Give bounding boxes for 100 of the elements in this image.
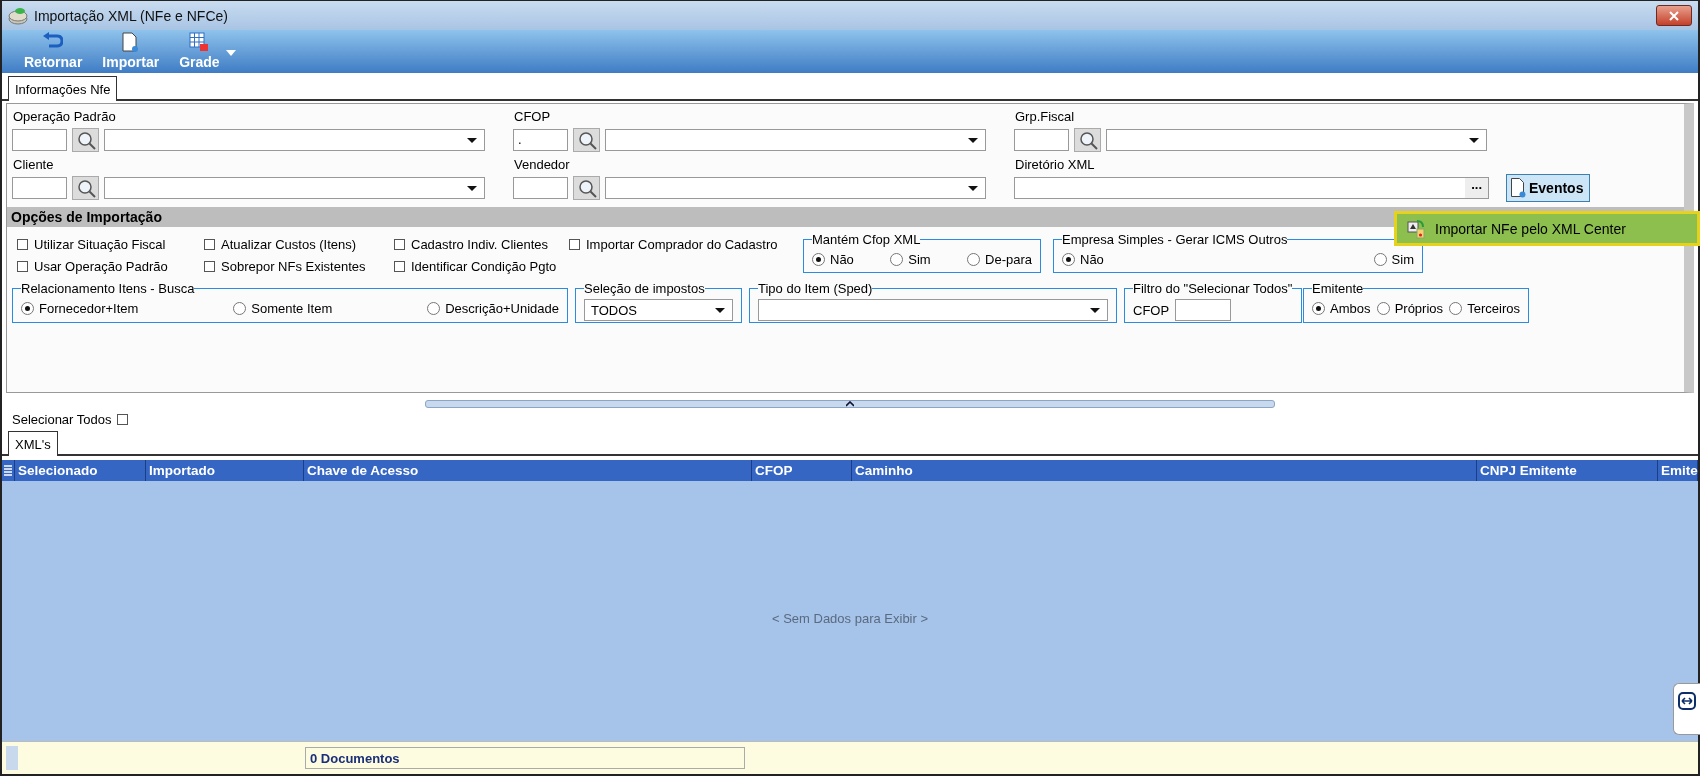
toolbar-button[interactable]: Grade (169, 32, 230, 70)
search-button[interactable] (1074, 128, 1101, 152)
input-field[interactable] (1175, 299, 1232, 321)
dropdown-arrow-icon (1468, 136, 1480, 144)
radio-button[interactable] (1449, 301, 1463, 315)
radio-label: Somente Item (251, 300, 333, 316)
dropdown-arrow-icon (466, 184, 478, 192)
dropdown-field[interactable] (758, 299, 1108, 321)
field-label: Grp.Fiscal (1014, 108, 1076, 126)
radio-button[interactable] (1312, 301, 1325, 315)
dropdown-field[interactable] (605, 129, 986, 151)
radio-button[interactable] (967, 252, 981, 266)
column-chooser-icon[interactable] (4, 465, 12, 476)
radio-label: Não (1080, 251, 1104, 267)
radio-label: Não (830, 251, 854, 267)
field-label: Diretório XML (1014, 156, 1096, 174)
code-field[interactable] (12, 129, 67, 151)
close-icon (1669, 10, 1679, 21)
dropdown-arrow-icon (714, 306, 726, 314)
remote-control-icon[interactable] (1678, 692, 1696, 710)
field-label: CFOP (513, 108, 552, 126)
checkbox-label: Sobrepor NFs Existentes (221, 259, 366, 274)
group-title: Mantém Cfop XML (812, 233, 921, 246)
dropdown-arrow-icon[interactable] (225, 50, 236, 56)
checkbox-label: Identificar Condição Pgto (411, 259, 557, 274)
checkbox-label: Selecionar Todos (12, 412, 112, 427)
radio-label: Ambos (1330, 300, 1371, 316)
radio-label: Sim (1391, 251, 1414, 267)
search-button[interactable] (72, 176, 99, 200)
dropdown-arrow-icon (1089, 306, 1101, 314)
dropdown-arrow-icon (466, 136, 478, 144)
window-title: Importação XML (NFe e NFCe) (34, 7, 228, 24)
group-title: Emitente (1312, 282, 1364, 295)
checkbox-label: Utilizar Situação Fiscal (34, 237, 166, 252)
document-count: 0 Documentos (305, 747, 745, 769)
checkbox[interactable] (204, 261, 215, 272)
radio-label: Próprios (1394, 300, 1444, 316)
splitter-handle[interactable] (425, 400, 1275, 408)
checkbox[interactable] (394, 239, 405, 250)
radio-label: Terceiros (1467, 300, 1520, 316)
checkbox-label: Usar Operação Padrão (34, 259, 168, 274)
grid-icon (189, 32, 210, 52)
dropdown-field[interactable] (104, 129, 485, 151)
radio-button[interactable] (427, 301, 441, 315)
toolbar-button[interactable]: Importar (92, 32, 170, 70)
field-label: Cliente (12, 156, 55, 174)
status-panel (6, 746, 18, 770)
radio-label: Sim (908, 251, 931, 267)
browse-button[interactable]: ... (1465, 178, 1488, 198)
document-icon (1511, 178, 1526, 198)
group-title: Relacionamento Itens - Busca (21, 282, 195, 295)
radio-button[interactable] (1373, 252, 1387, 266)
document-icon (120, 32, 141, 52)
radio-button[interactable] (21, 301, 34, 315)
group-title: Filtro do "Selecionar Todos" (1133, 282, 1293, 295)
radio-button[interactable] (1062, 252, 1075, 266)
app-icon (8, 6, 28, 25)
code-field[interactable] (12, 177, 67, 199)
tab[interactable]: XML's (8, 431, 58, 456)
group-title: Tipo do Item (Sped) (758, 282, 873, 295)
code-field[interactable]: . (513, 129, 568, 151)
close-button[interactable] (1656, 5, 1692, 26)
group-title: Seleção de impostos (584, 282, 705, 295)
field-label: Operação Padrão (12, 108, 117, 126)
code-field[interactable] (1014, 129, 1069, 151)
events-button[interactable]: Eventos (1506, 174, 1591, 202)
dropdown-arrow-icon (967, 184, 979, 192)
dropdown-field[interactable] (605, 177, 986, 199)
dropdown-field[interactable]: TODOS (584, 299, 733, 321)
field-label: CFOP (1133, 302, 1170, 318)
menu-item[interactable]: Importar NFe pelo XML Center (1394, 211, 1700, 246)
group-title: Empresa Simples - Gerar ICMS Outros (1062, 233, 1288, 246)
search-button[interactable] (573, 128, 600, 152)
checkbox[interactable] (116, 414, 128, 425)
search-button[interactable] (72, 128, 99, 152)
radio-button[interactable] (1376, 301, 1390, 315)
radio-label: De-para (985, 251, 1032, 267)
radio-button[interactable] (233, 301, 247, 315)
checkbox[interactable] (17, 261, 28, 272)
dropdown-field[interactable] (104, 177, 485, 199)
checkbox[interactable] (569, 239, 580, 250)
checkbox[interactable] (394, 261, 405, 272)
toolbar-button[interactable]: Retornar (14, 32, 93, 70)
import-icon (1407, 218, 1425, 239)
dropdown-field[interactable] (1106, 129, 1487, 151)
empty-message: < Sem Dados para Exibir > (771, 610, 929, 626)
search-button[interactable] (573, 176, 600, 200)
checkbox-label: Cadastro Indiv. Clientes (411, 237, 549, 252)
radio-button[interactable] (812, 252, 825, 266)
path-field[interactable]: ... (1014, 177, 1489, 199)
code-field[interactable] (513, 177, 568, 199)
checkbox-label: Atualizar Custos (Itens) (221, 237, 357, 252)
checkbox[interactable] (204, 239, 215, 250)
radio-button[interactable] (890, 252, 904, 266)
checkbox-label: Importar Comprador do Cadastro (586, 237, 778, 252)
tab[interactable]: Informações Nfe (8, 76, 118, 101)
checkbox[interactable] (17, 239, 28, 250)
field-label: Vendedor (513, 156, 571, 174)
dropdown-arrow-icon (967, 136, 979, 144)
radio-label: Fornecedor+Item (39, 300, 139, 316)
